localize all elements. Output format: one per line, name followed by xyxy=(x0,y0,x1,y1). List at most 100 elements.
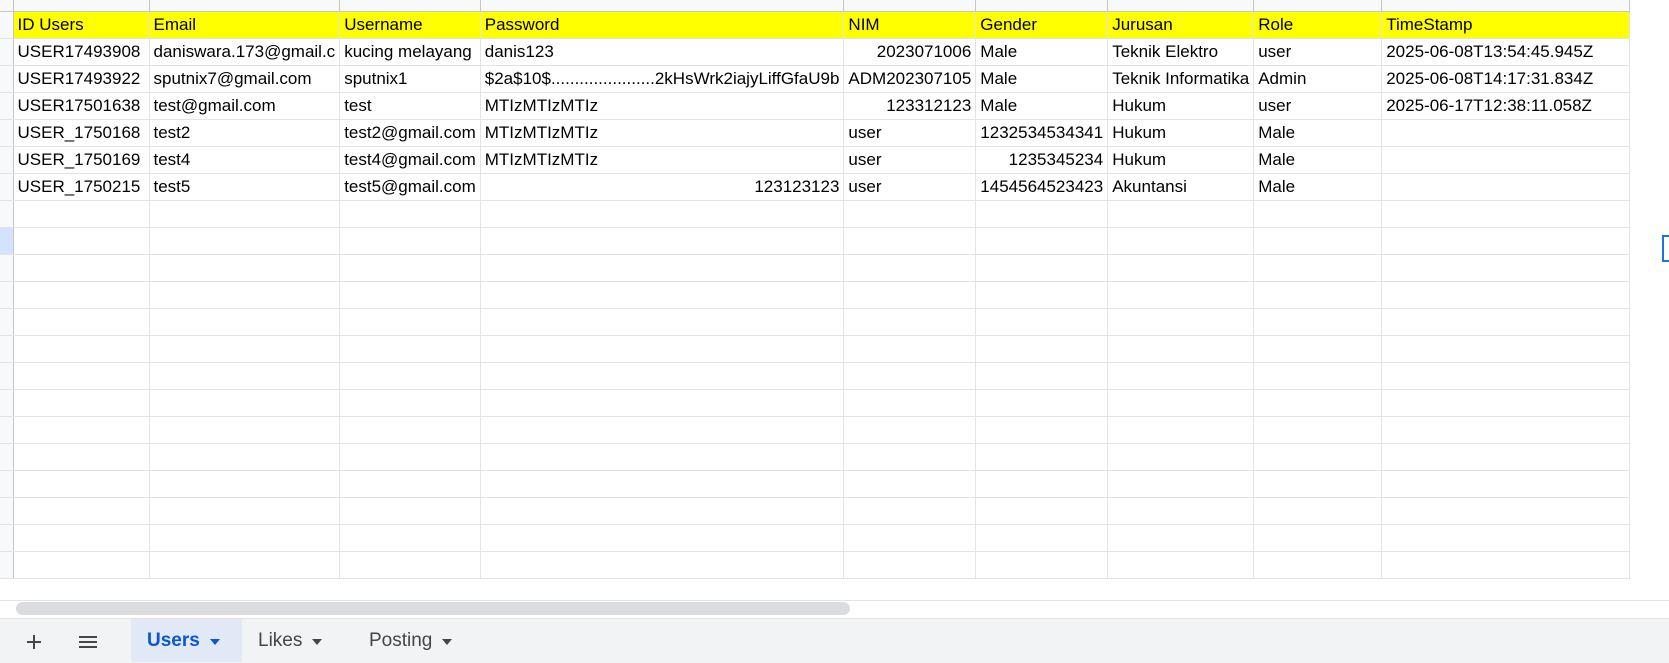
table-cell[interactable] xyxy=(149,281,341,309)
table-cell[interactable] xyxy=(13,443,150,471)
header-cell[interactable]: TimeStamp xyxy=(1381,11,1631,39)
caret-down-icon[interactable] xyxy=(209,638,220,645)
table-cell[interactable] xyxy=(975,281,1109,309)
sheet-tab-posting[interactable]: Posting xyxy=(353,619,473,662)
table-cell[interactable] xyxy=(843,308,977,336)
table-cell[interactable]: Teknik Informatika xyxy=(1107,65,1255,93)
table-cell[interactable] xyxy=(1381,227,1631,255)
table-cell[interactable] xyxy=(1253,227,1383,255)
table-cell[interactable] xyxy=(480,389,845,417)
table-cell[interactable] xyxy=(13,281,150,309)
table-cell[interactable] xyxy=(480,281,845,309)
table-cell[interactable]: USER_1750168 xyxy=(13,119,150,147)
table-cell[interactable] xyxy=(149,497,341,525)
table-cell[interactable]: Male xyxy=(975,92,1109,120)
row-header[interactable] xyxy=(0,551,14,579)
table-cell[interactable] xyxy=(339,281,481,309)
table-cell[interactable] xyxy=(13,254,150,282)
table-cell[interactable] xyxy=(339,524,481,552)
table-cell[interactable] xyxy=(975,389,1109,417)
table-cell[interactable] xyxy=(975,254,1109,282)
table-cell[interactable]: $2a$10$......................2kHsWrk2iaj… xyxy=(480,65,845,93)
table-cell[interactable] xyxy=(1107,416,1255,444)
table-cell[interactable] xyxy=(975,362,1109,390)
column-header[interactable] xyxy=(339,0,481,12)
add-sheet-button[interactable] xyxy=(16,624,52,660)
table-cell[interactable] xyxy=(1253,335,1383,363)
table-cell[interactable] xyxy=(975,227,1109,255)
caret-down-icon[interactable] xyxy=(442,638,453,645)
row-header[interactable] xyxy=(0,11,14,39)
column-header[interactable] xyxy=(1107,0,1255,12)
table-cell[interactable] xyxy=(1253,389,1383,417)
table-cell[interactable] xyxy=(13,524,150,552)
table-cell[interactable] xyxy=(843,497,977,525)
table-cell[interactable]: USER17493908 xyxy=(13,38,150,66)
table-cell[interactable] xyxy=(480,524,845,552)
table-cell[interactable]: USER_1750215 xyxy=(13,173,150,201)
table-cell[interactable]: Male xyxy=(1253,146,1383,174)
column-header[interactable] xyxy=(1381,0,1631,12)
row-header[interactable] xyxy=(0,308,14,336)
table-cell[interactable] xyxy=(843,362,977,390)
table-cell[interactable] xyxy=(480,497,845,525)
table-cell[interactable] xyxy=(843,470,977,498)
table-cell[interactable] xyxy=(149,254,341,282)
table-cell[interactable]: 2025-06-08T13:54:45.945Z xyxy=(1381,38,1631,66)
table-cell[interactable] xyxy=(975,551,1109,579)
table-cell[interactable] xyxy=(1253,470,1383,498)
table-cell[interactable] xyxy=(149,416,341,444)
table-cell[interactable] xyxy=(843,335,977,363)
table-cell[interactable] xyxy=(480,470,845,498)
table-cell[interactable] xyxy=(13,416,150,444)
header-cell[interactable]: ID Users xyxy=(13,11,150,39)
row-header[interactable] xyxy=(0,146,14,174)
table-cell[interactable]: Akuntansi xyxy=(1107,173,1255,201)
column-header[interactable] xyxy=(843,0,977,12)
table-cell[interactable] xyxy=(149,308,341,336)
table-cell[interactable] xyxy=(480,254,845,282)
table-cell[interactable] xyxy=(339,362,481,390)
table-cell[interactable] xyxy=(13,497,150,525)
table-cell[interactable]: Teknik Elektro xyxy=(1107,38,1255,66)
table-cell[interactable] xyxy=(13,362,150,390)
table-cell[interactable] xyxy=(843,524,977,552)
table-cell[interactable] xyxy=(149,200,341,228)
table-cell[interactable] xyxy=(13,200,150,228)
table-cell[interactable] xyxy=(1107,281,1255,309)
table-cell[interactable]: 123123123 xyxy=(480,173,845,201)
table-cell[interactable] xyxy=(13,470,150,498)
table-cell[interactable] xyxy=(1381,470,1631,498)
table-cell[interactable]: danis123 xyxy=(480,38,845,66)
table-cell[interactable]: 123312123 xyxy=(843,92,977,120)
sheet-tab-likes[interactable]: Likes xyxy=(242,619,353,662)
table-cell[interactable] xyxy=(149,335,341,363)
table-cell[interactable] xyxy=(1253,551,1383,579)
table-cell[interactable] xyxy=(480,443,845,471)
table-cell[interactable]: user xyxy=(1253,38,1383,66)
row-header[interactable] xyxy=(0,227,14,255)
table-cell[interactable]: 2023071006 xyxy=(843,38,977,66)
table-cell[interactable] xyxy=(1107,497,1255,525)
table-cell[interactable]: daniswara.173@gmail.c xyxy=(149,38,341,66)
table-cell[interactable] xyxy=(1381,416,1631,444)
table-cell[interactable] xyxy=(1381,281,1631,309)
table-cell[interactable]: user xyxy=(843,119,977,147)
table-cell[interactable] xyxy=(1253,254,1383,282)
table-cell[interactable] xyxy=(975,524,1109,552)
table-cell[interactable]: 1454564523423 xyxy=(975,173,1109,201)
table-cell[interactable] xyxy=(843,254,977,282)
table-cell[interactable] xyxy=(339,308,481,336)
row-header[interactable] xyxy=(0,389,14,417)
table-cell[interactable] xyxy=(13,551,150,579)
table-cell[interactable] xyxy=(1107,254,1255,282)
table-cell[interactable] xyxy=(339,551,481,579)
table-cell[interactable] xyxy=(1253,200,1383,228)
header-cell[interactable]: Password xyxy=(480,11,845,39)
table-cell[interactable] xyxy=(339,227,481,255)
table-cell[interactable]: 2025-06-17T12:38:11.058Z xyxy=(1381,92,1631,120)
table-cell[interactable]: Male xyxy=(975,65,1109,93)
row-header[interactable] xyxy=(0,65,14,93)
column-header[interactable] xyxy=(149,0,341,12)
table-cell[interactable]: Hukum xyxy=(1107,92,1255,120)
